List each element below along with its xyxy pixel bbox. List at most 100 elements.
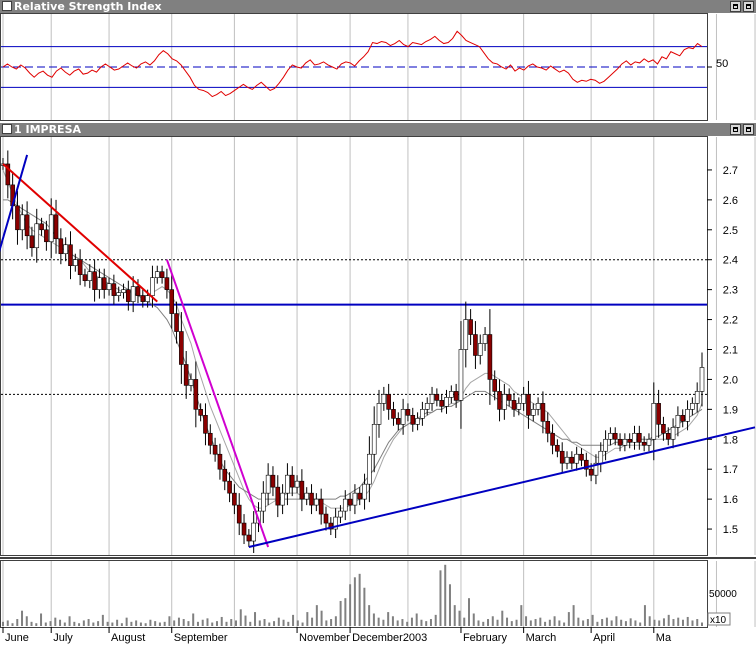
volume-bar[interactable] [520, 605, 523, 626]
candle[interactable] [19, 214, 25, 231]
candle[interactable] [241, 522, 247, 536]
volume-bar[interactable] [667, 614, 670, 626]
volume-bar[interactable] [586, 619, 589, 626]
volume-bar[interactable] [477, 620, 480, 626]
candle[interactable] [569, 456, 575, 464]
candle[interactable] [29, 235, 35, 249]
volume-bar[interactable] [54, 617, 57, 626]
candle[interactable] [617, 438, 623, 446]
candle[interactable] [458, 349, 464, 401]
candle[interactable] [92, 271, 97, 290]
candle[interactable] [367, 453, 372, 485]
candle[interactable] [371, 424, 377, 455]
candle[interactable] [97, 277, 102, 290]
candle[interactable] [497, 391, 502, 410]
candle[interactable] [690, 403, 695, 410]
volume-bar[interactable] [258, 620, 261, 626]
volume-bar[interactable] [525, 616, 528, 626]
volume-bar[interactable] [120, 623, 123, 626]
volume-bar[interactable] [101, 614, 104, 626]
candle[interactable] [699, 367, 705, 392]
candle[interactable] [395, 418, 401, 425]
candle[interactable] [376, 403, 382, 425]
candle[interactable] [193, 379, 199, 410]
volume-bar[interactable] [2, 621, 4, 626]
volume-bar[interactable] [320, 610, 323, 626]
volume-bar[interactable] [196, 621, 199, 626]
volume-bar[interactable] [487, 619, 490, 626]
volume-bar[interactable] [192, 613, 195, 626]
candle[interactable] [140, 295, 146, 302]
volume-bar[interactable] [287, 621, 290, 626]
candle[interactable] [651, 403, 657, 440]
volume-bar[interactable] [306, 612, 309, 626]
candle[interactable] [342, 498, 348, 512]
candle[interactable] [198, 409, 203, 416]
candle[interactable] [530, 409, 536, 416]
candle[interactable] [612, 432, 618, 440]
candle[interactable] [622, 438, 628, 446]
candle[interactable] [487, 334, 493, 380]
volume-bar[interactable] [168, 616, 171, 626]
volume-bar[interactable] [601, 619, 604, 626]
volume-bar[interactable] [458, 610, 461, 626]
candle[interactable] [694, 391, 700, 404]
volume-bar[interactable] [235, 620, 237, 626]
volume-bar[interactable] [97, 621, 100, 626]
volume-bar[interactable] [135, 620, 138, 626]
candle[interactable] [511, 400, 517, 410]
candle[interactable] [48, 214, 54, 243]
volume-bar[interactable] [68, 616, 71, 626]
volume-bar[interactable] [230, 619, 233, 626]
candle[interactable] [477, 343, 483, 356]
candle[interactable] [87, 271, 93, 281]
volume-bar[interactable] [177, 617, 180, 626]
volume-bar[interactable] [154, 621, 157, 626]
candle[interactable] [598, 450, 604, 464]
candle[interactable] [169, 289, 175, 314]
volume-bar[interactable] [363, 587, 366, 626]
volume-bar[interactable] [215, 621, 218, 626]
candle[interactable] [608, 432, 613, 440]
candle[interactable] [222, 468, 228, 482]
volume-bar[interactable] [78, 623, 81, 626]
candle[interactable] [410, 415, 416, 425]
price-plot-frame[interactable] [0, 136, 708, 556]
volume-bar[interactable] [615, 616, 618, 626]
candle[interactable] [116, 292, 121, 296]
volume-bar[interactable] [187, 621, 190, 626]
volume-bar[interactable] [16, 619, 19, 626]
volume-bar[interactable] [662, 618, 665, 626]
volume-bar[interactable] [139, 622, 142, 626]
volume-bar[interactable] [605, 617, 608, 626]
volume-bar[interactable] [111, 622, 114, 626]
volume-bar[interactable] [21, 610, 24, 626]
candle[interactable] [405, 409, 411, 416]
volume-bar[interactable] [372, 613, 375, 626]
candle[interactable] [429, 394, 435, 404]
candle[interactable] [203, 415, 208, 434]
candle[interactable] [415, 418, 420, 425]
candle[interactable] [574, 453, 579, 464]
volume-bar[interactable] [311, 617, 314, 626]
candle[interactable] [314, 498, 319, 506]
candle[interactable] [111, 283, 117, 296]
volume-bar[interactable] [249, 621, 252, 626]
candle[interactable] [381, 394, 387, 404]
candle[interactable] [318, 498, 324, 515]
volume-bar[interactable] [106, 621, 109, 626]
volume-bar[interactable] [358, 573, 361, 626]
volume-bar[interactable] [211, 622, 214, 626]
volume-bar[interactable] [681, 619, 684, 626]
candle[interactable] [564, 456, 570, 464]
volume-bar[interactable] [558, 620, 561, 626]
candle[interactable] [526, 394, 531, 416]
volume-bar[interactable] [501, 610, 504, 626]
volume-bar[interactable] [225, 621, 228, 626]
volume-bar[interactable] [482, 621, 485, 626]
candle[interactable] [101, 277, 107, 290]
volume-bar[interactable] [268, 622, 271, 626]
candle[interactable] [661, 424, 666, 434]
candle[interactable] [145, 295, 150, 302]
candle[interactable] [15, 205, 20, 231]
